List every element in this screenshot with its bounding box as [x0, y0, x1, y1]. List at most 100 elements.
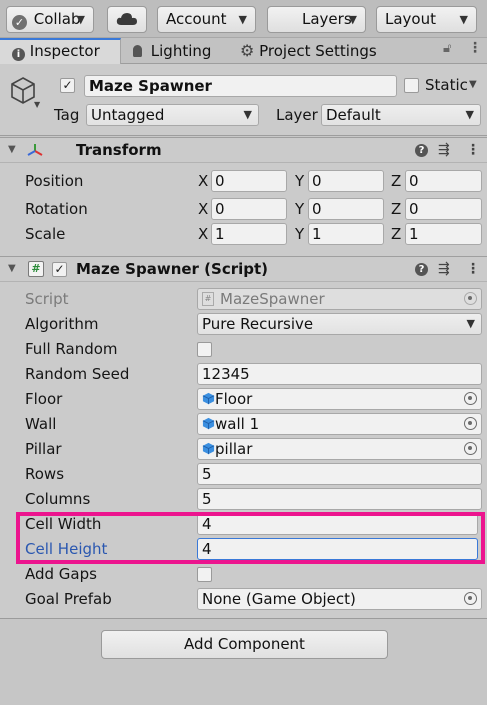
- chevron-down-icon: ▼: [465, 108, 474, 121]
- floor-label: Floor: [25, 390, 63, 408]
- help-icon[interactable]: ?: [415, 263, 428, 276]
- preset-sliders-icon[interactable]: ⇶: [438, 261, 450, 277]
- random-seed-field[interactable]: 12345: [197, 363, 482, 385]
- scale-x-field[interactable]: 1: [211, 223, 287, 245]
- help-icon[interactable]: ?: [415, 144, 428, 157]
- tab-lighting-label: Lighting: [150, 42, 212, 60]
- z-axis-label[interactable]: Z: [391, 170, 401, 192]
- floor-object-field[interactable]: Floor: [197, 388, 482, 410]
- active-checkbox[interactable]: ✓: [60, 78, 75, 93]
- goal-prefab-value: None (Game Object): [202, 590, 356, 608]
- position-z-field[interactable]: 0: [405, 170, 482, 192]
- rotation-z-field[interactable]: 0: [405, 198, 482, 220]
- pillar-object-field[interactable]: pillar: [197, 438, 482, 460]
- tab-lighting[interactable]: Lighting: [133, 38, 211, 64]
- position-label: Position: [25, 172, 84, 190]
- gear-icon: ⚙: [240, 41, 255, 60]
- position-x-field[interactable]: 0: [211, 170, 287, 192]
- transform-header[interactable]: ▼ Transform ? ⇶ ⋮: [0, 137, 487, 163]
- rotation-x-field[interactable]: 0: [211, 198, 287, 220]
- tag-label: Tag: [54, 106, 80, 124]
- gameobject-header: ▼ ✓ Maze Spawner Static ▼ Tag Untagged ▼…: [0, 64, 487, 136]
- rotation-y-field[interactable]: 0: [308, 198, 384, 220]
- x-axis-label[interactable]: X: [198, 198, 208, 220]
- full-random-label: Full Random: [25, 340, 118, 358]
- y-axis-label[interactable]: Y: [295, 170, 304, 192]
- add-gaps-label: Add Gaps: [25, 565, 97, 583]
- static-checkbox[interactable]: [404, 78, 419, 93]
- chevron-down-icon[interactable]: ▼: [34, 100, 40, 109]
- y-axis-label[interactable]: Y: [295, 198, 304, 220]
- algorithm-label: Algorithm: [25, 315, 99, 333]
- tab-inspector[interactable]: i Inspector: [0, 38, 121, 64]
- preset-sliders-icon[interactable]: ⇶: [438, 142, 450, 158]
- add-component-button[interactable]: Add Component: [101, 630, 388, 659]
- object-picker-icon[interactable]: [464, 417, 477, 430]
- highlight-box: [16, 512, 485, 564]
- context-menu-icon[interactable]: ⋮: [466, 261, 480, 277]
- goal-prefab-object-field[interactable]: None (Game Object): [197, 588, 482, 610]
- wall-value: wall 1: [215, 415, 260, 433]
- add-gaps-checkbox[interactable]: [197, 567, 212, 582]
- maze-spawner-header[interactable]: ▼ # ✓ Maze Spawner (Script) ? ⇶ ⋮: [0, 256, 487, 282]
- object-picker-icon[interactable]: [464, 442, 477, 455]
- x-axis-label[interactable]: X: [198, 223, 208, 245]
- prefab-cube-icon: [202, 442, 215, 455]
- algorithm-dropdown[interactable]: Pure Recursive ▼: [197, 313, 482, 335]
- cloud-button[interactable]: [107, 6, 147, 33]
- maze-spawner-title: Maze Spawner (Script): [76, 260, 269, 278]
- script-hash-icon: #: [202, 292, 214, 306]
- x-axis-label[interactable]: X: [198, 170, 208, 192]
- collab-label: Collab: [33, 10, 81, 28]
- layout-label: Layout: [385, 10, 436, 28]
- chevron-down-icon: ▼: [238, 13, 247, 26]
- columns-label: Columns: [25, 490, 91, 508]
- rows-field[interactable]: 5: [197, 463, 482, 485]
- object-picker-icon[interactable]: [464, 592, 477, 605]
- script-label: Script: [25, 290, 69, 308]
- layers-dropdown[interactable]: Layers ▼: [267, 6, 366, 33]
- foldout-arrow-icon[interactable]: ▼: [8, 144, 16, 155]
- tab-inspector-label: Inspector: [29, 42, 100, 60]
- chevron-down-icon: ▼: [243, 108, 252, 121]
- context-menu-icon[interactable]: ⋮: [466, 142, 480, 158]
- algorithm-value: Pure Recursive: [202, 315, 314, 333]
- check-circle-icon: ✓: [12, 15, 27, 30]
- full-random-checkbox[interactable]: [197, 342, 212, 357]
- chevron-down-icon: ▼: [76, 13, 85, 26]
- object-picker-icon[interactable]: [464, 392, 477, 405]
- chevron-down-icon: ▼: [459, 13, 468, 26]
- floor-value: Floor: [215, 390, 253, 408]
- z-axis-label[interactable]: Z: [391, 198, 401, 220]
- pillar-value: pillar: [215, 440, 253, 458]
- layer-dropdown[interactable]: Default ▼: [321, 104, 481, 126]
- lock-icon[interactable]: 🔓︎: [443, 41, 451, 56]
- object-picker-icon: [464, 292, 477, 305]
- bulb-icon: [133, 45, 142, 57]
- tag-dropdown[interactable]: Untagged ▼: [86, 104, 259, 126]
- gameobject-name-field[interactable]: Maze Spawner: [84, 75, 397, 97]
- script-enabled-checkbox[interactable]: ✓: [52, 262, 67, 277]
- script-value: MazeSpawner: [220, 290, 325, 308]
- static-label: Static: [425, 76, 468, 94]
- rotation-label: Rotation: [25, 200, 88, 218]
- scale-y-field[interactable]: 1: [308, 223, 384, 245]
- collab-button[interactable]: ✓ Collab ▼: [6, 6, 94, 33]
- more-menu-icon[interactable]: ⋮: [468, 40, 482, 56]
- chevron-down-icon[interactable]: ▼: [469, 79, 477, 90]
- tag-value: Untagged: [91, 106, 165, 124]
- position-y-field[interactable]: 0: [308, 170, 384, 192]
- scale-z-field[interactable]: 1: [405, 223, 482, 245]
- layout-dropdown[interactable]: Layout ▼: [376, 6, 477, 33]
- chevron-down-icon: ▼: [348, 13, 357, 26]
- foldout-arrow-icon[interactable]: ▼: [8, 263, 16, 274]
- tab-project-settings[interactable]: ⚙ Project Settings: [240, 38, 377, 64]
- wall-object-field[interactable]: wall 1: [197, 413, 482, 435]
- z-axis-label[interactable]: Z: [391, 223, 401, 245]
- random-seed-label: Random Seed: [25, 365, 130, 383]
- account-label: Account: [166, 10, 227, 28]
- account-dropdown[interactable]: Account ▼: [157, 6, 256, 33]
- transform-title: Transform: [76, 141, 162, 159]
- columns-field[interactable]: 5: [197, 488, 482, 510]
- y-axis-label[interactable]: Y: [295, 223, 304, 245]
